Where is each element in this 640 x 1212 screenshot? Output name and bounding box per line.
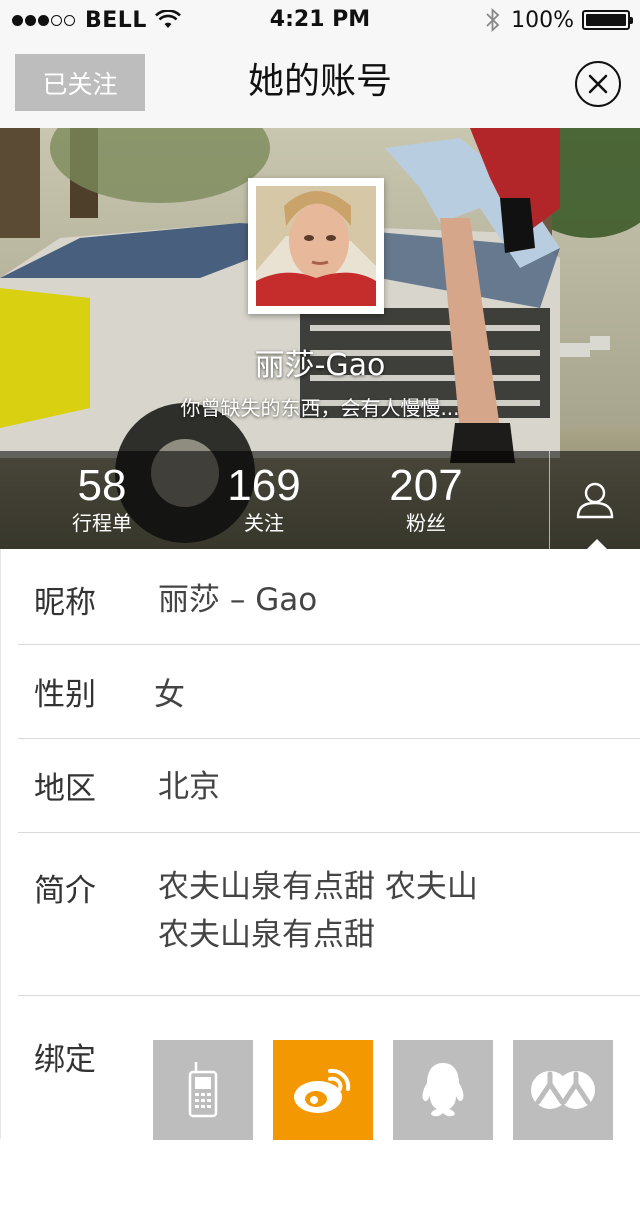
stats-bar: 58 行程单 169 关注 207 粉丝: [0, 451, 640, 549]
bind-label: 绑定: [34, 1042, 96, 1078]
bind-phone-button[interactable]: [153, 1040, 253, 1140]
qq-icon: [422, 1063, 464, 1117]
row-intro: 简介 农夫山泉有点甜 农夫山 农夫山泉有点甜: [18, 833, 640, 996]
nav-bar: 已关注 她的账号: [0, 40, 640, 128]
stat-followers[interactable]: 207 粉丝: [376, 451, 476, 549]
stat-followers-label: 粉丝: [406, 511, 446, 535]
signal-strength-icon: [12, 14, 77, 26]
nickname-value: 丽莎 – Gao: [158, 582, 318, 618]
battery-fill: [586, 14, 626, 26]
avatar[interactable]: [248, 178, 384, 314]
row-region: 地区 北京: [18, 739, 640, 833]
stat-followers-count: 207: [389, 461, 463, 510]
bind-qq-button[interactable]: [393, 1040, 493, 1140]
profile-details: 昵称 丽莎 – Gao 性别 女 地区 北京 简介 农夫山泉有点甜 农夫山 农夫…: [0, 549, 640, 1140]
stat-itineraries[interactable]: 58 行程单: [52, 451, 152, 549]
profile-bio: 你曾缺失的东西，会有人慢慢...: [180, 396, 460, 420]
close-button[interactable]: [575, 61, 621, 107]
stat-itineraries-label: 行程单: [72, 511, 132, 535]
battery-percentage: 100%: [511, 7, 574, 33]
stat-itineraries-count: 58: [77, 461, 127, 510]
profile-info-tab[interactable]: [550, 451, 640, 549]
status-left: BELL: [12, 0, 181, 40]
intro-line-1: 农夫山泉有点甜 农夫山: [158, 869, 478, 905]
intro-line-2: 农夫山泉有点甜: [158, 917, 375, 953]
region-label: 地区: [34, 771, 96, 807]
bind-renren-button[interactable]: [513, 1040, 613, 1140]
stat-following[interactable]: 169 关注: [214, 451, 314, 549]
profile-name: 丽莎-Gao: [254, 348, 386, 383]
intro-label: 简介: [34, 873, 96, 909]
bluetooth-icon: [486, 7, 500, 33]
active-tab-pointer: [587, 539, 607, 549]
battery-icon: [582, 10, 633, 30]
stat-following-label: 关注: [244, 511, 284, 535]
user-icon: [576, 482, 614, 519]
bind-weibo-button[interactable]: [273, 1040, 373, 1140]
phone-icon: [188, 1062, 218, 1118]
weibo-icon: [294, 1068, 351, 1113]
nickname-label: 昵称: [34, 585, 96, 621]
row-nickname: 昵称 丽莎 – Gao: [18, 549, 640, 645]
carrier-name: BELL: [85, 7, 147, 33]
wifi-icon: [154, 10, 181, 28]
binding-accounts: [153, 1040, 633, 1140]
avatar-photo: [256, 186, 376, 306]
gender-label: 性别: [34, 677, 96, 713]
gender-value: 女: [154, 677, 185, 713]
row-gender: 性别 女: [18, 645, 640, 739]
status-bar: BELL 4:21 PM 100%: [0, 0, 640, 40]
renren-icon: [531, 1071, 595, 1109]
following-button[interactable]: 已关注: [15, 54, 145, 111]
stat-following-count: 169: [227, 461, 301, 510]
region-value: 北京: [158, 769, 220, 805]
profile-cover: 丽莎-Gao 你曾缺失的东西，会有人慢慢... 58 行程单 169 关注 20…: [0, 128, 640, 549]
status-right: 100%: [485, 0, 633, 40]
close-icon: [588, 74, 608, 94]
